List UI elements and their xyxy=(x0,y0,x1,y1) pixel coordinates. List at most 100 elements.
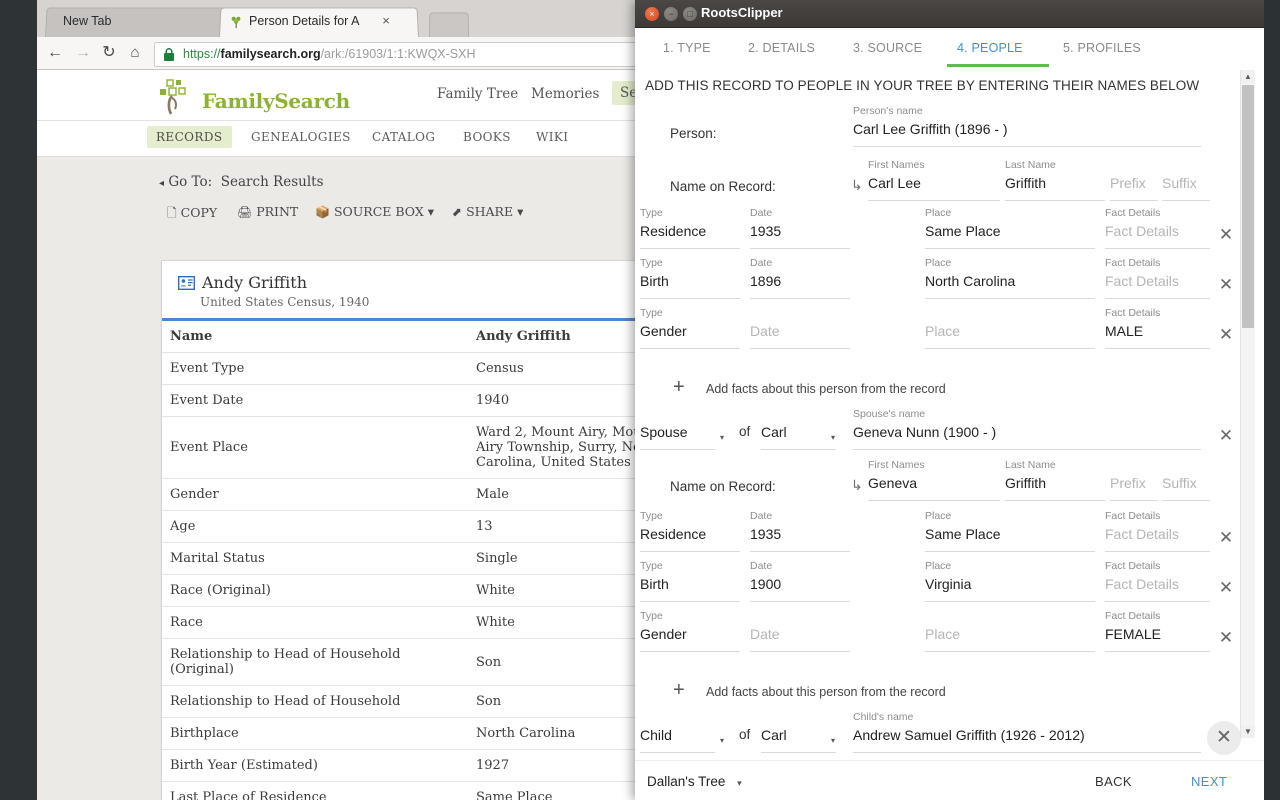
tab-type[interactable]: 1. TYPE xyxy=(663,41,711,55)
fact-date-field[interactable]: Date 1896 xyxy=(750,257,850,299)
screen: New Tab × Person Details for A × ← → ↻ ⌂ xyxy=(0,0,1280,800)
fact-type-field[interactable]: Type Birth xyxy=(640,560,740,602)
fact-type-field[interactable]: Type Gender xyxy=(640,610,740,652)
fact-remove-button[interactable]: ✕ xyxy=(1215,527,1237,549)
spouse-name-value: Geneva Nunn (1900 - ) xyxy=(853,424,997,440)
fact-place-field[interactable]: Place Virginia xyxy=(925,560,1095,602)
chevron-down-icon[interactable]: ▾ xyxy=(720,433,724,442)
copy-button[interactable]: 🗋 COPY xyxy=(167,204,217,225)
fact-details-field[interactable]: Fact Details Fact Details xyxy=(1105,207,1210,249)
fact-date-field[interactable]: Date 1935 xyxy=(750,510,850,552)
source-box-button[interactable]: 📦 SOURCE BOX ▾ xyxy=(315,204,434,219)
spouse-relation-select[interactable]: Spouse xyxy=(640,422,715,450)
subnav-item-catalog[interactable]: CATALOG xyxy=(372,130,435,144)
forward-icon[interactable]: → xyxy=(73,43,93,63)
search-results-link[interactable]: Search Results xyxy=(221,174,324,190)
nav-family-tree[interactable]: Family Tree xyxy=(437,86,518,102)
print-button[interactable]: 🖨 PRINT xyxy=(237,204,298,219)
fact-type-field[interactable]: Type Birth xyxy=(640,257,740,299)
tab-source[interactable]: 3. SOURCE xyxy=(853,41,922,55)
fact-details-field[interactable]: Fact Details Fact Details xyxy=(1105,560,1210,602)
person-suffix-field[interactable]: Suffix xyxy=(1162,173,1210,201)
fact-place-field[interactable]: Place Same Place xyxy=(925,510,1095,552)
window-minimize-button[interactable]: − xyxy=(664,7,678,21)
fact-place-field[interactable]: Place xyxy=(925,321,1095,349)
window-close-button[interactable]: × xyxy=(645,7,659,21)
child-remove-button[interactable]: ✕ xyxy=(1207,721,1241,755)
familysearch-logo[interactable]: FamilySearch xyxy=(158,78,350,116)
fact-place-label: Place xyxy=(925,560,952,572)
table-row: Marital Status Single xyxy=(162,542,682,575)
scrollbar-thumb[interactable] xyxy=(1242,85,1254,328)
chevron-down-icon[interactable]: ▾ xyxy=(720,736,724,745)
fact-type-field[interactable]: Type Gender xyxy=(640,307,740,349)
reload-icon[interactable]: ↻ xyxy=(99,43,119,63)
fact-date-field[interactable]: Date xyxy=(750,321,850,349)
wizard-scrollbar[interactable]: ▲ ▼ xyxy=(1240,70,1255,738)
fact-date-field[interactable]: Date xyxy=(750,624,850,652)
window-maximize-button[interactable]: □ xyxy=(683,7,697,21)
next-button[interactable]: NEXT xyxy=(1191,774,1227,789)
spouse-remove-button[interactable]: ✕ xyxy=(1215,425,1237,447)
chevron-down-icon[interactable]: ▾ xyxy=(831,433,835,442)
scroll-down-icon[interactable]: ▼ xyxy=(1241,725,1255,738)
share-button[interactable]: ⬈ SHARE ▾ xyxy=(452,204,523,219)
fact-place-field[interactable]: Place xyxy=(925,624,1095,652)
spouse-first-names-field[interactable]: First Names Geneva xyxy=(868,459,1000,501)
tab-profiles[interactable]: 5. PROFILES xyxy=(1063,41,1141,55)
child-name-field[interactable]: Child's name Andrew Samuel Griffith (192… xyxy=(853,711,1201,753)
goto-label: Go To: xyxy=(168,174,213,190)
new-tab-button[interactable] xyxy=(429,12,469,37)
subnav-item-books[interactable]: BOOKS xyxy=(463,130,511,144)
spouse-suffix-field[interactable]: Suffix xyxy=(1162,473,1210,501)
person-name-field[interactable]: Person's name Carl Lee Griffith (1896 - … xyxy=(853,105,1201,147)
fact-details-field[interactable]: Fact Details FEMALE xyxy=(1105,610,1210,652)
spouse-name-field[interactable]: Spouse's name Geneva Nunn (1900 - ) xyxy=(853,408,1201,450)
person-prefix-field[interactable]: Prefix xyxy=(1110,173,1158,201)
subnav-item-records[interactable]: RECORDS xyxy=(147,126,232,148)
fact-type-field[interactable]: Type Residence xyxy=(640,207,740,249)
prefix-placeholder: Prefix xyxy=(1110,175,1146,191)
chevron-down-icon[interactable]: ▾ xyxy=(831,736,835,745)
tab-people[interactable]: 4. PEOPLE xyxy=(957,41,1023,55)
wizard-footer: Dallan's Tree ▾ BACK NEXT xyxy=(635,760,1264,800)
tab-close-icon[interactable]: × xyxy=(379,14,393,28)
back-button[interactable]: BACK xyxy=(1095,774,1132,789)
subnav-item-genealogies[interactable]: GENEALOGIES xyxy=(251,130,351,144)
person-last-name-field[interactable]: Last Name Griffith xyxy=(1005,159,1105,201)
spouse-last-name-field[interactable]: Last Name Griffith xyxy=(1005,459,1105,501)
fact-date-field[interactable]: Date 1900 xyxy=(750,560,850,602)
fact-remove-button[interactable]: ✕ xyxy=(1215,627,1237,649)
person-row-label: Person: xyxy=(670,126,717,141)
scroll-up-icon[interactable]: ▲ xyxy=(1241,70,1255,83)
fact-remove-button[interactable]: ✕ xyxy=(1215,577,1237,599)
child-relation-select[interactable]: Child xyxy=(640,725,715,753)
record-title-row: Andy Griffith xyxy=(178,273,682,292)
fact-remove-button[interactable]: ✕ xyxy=(1215,224,1237,246)
fact-remove-button[interactable]: ✕ xyxy=(1215,274,1237,296)
browser-tab-person-details[interactable]: Person Details for A × xyxy=(219,7,419,37)
fact-type-field[interactable]: Type Residence xyxy=(640,510,740,552)
person-first-names-field[interactable]: First Names Carl Lee xyxy=(868,159,1000,201)
spouse-prefix-field[interactable]: Prefix xyxy=(1110,473,1158,501)
tree-selector[interactable]: Dallan's Tree ▾ xyxy=(647,774,742,789)
fact-place-field[interactable]: Place Same Place xyxy=(925,207,1095,249)
spouse-of-person-select[interactable]: Carl xyxy=(761,422,836,450)
first-names-label: First Names xyxy=(868,159,925,171)
fact-place-field[interactable]: Place North Carolina xyxy=(925,257,1095,299)
back-icon[interactable]: ← xyxy=(45,43,65,63)
familysearch-wordmark: FamilySearch xyxy=(202,89,350,113)
fact-type-label: Type xyxy=(640,257,663,269)
fact-details-field[interactable]: Fact Details MALE xyxy=(1105,307,1210,349)
fact-details-field[interactable]: Fact Details Fact Details xyxy=(1105,510,1210,552)
fact-remove-button[interactable]: ✕ xyxy=(1215,324,1237,346)
child-of-person-select[interactable]: Carl xyxy=(761,725,836,753)
fact-date-field[interactable]: Date 1935 xyxy=(750,207,850,249)
person-name-on-record-label: Name on Record: xyxy=(670,179,776,194)
fact-details-field[interactable]: Fact Details Fact Details xyxy=(1105,257,1210,299)
subnav-item-wiki[interactable]: WIKI xyxy=(536,130,568,144)
nav-memories[interactable]: Memories xyxy=(531,86,599,102)
home-icon[interactable]: ⌂ xyxy=(125,43,145,63)
record-title: Andy Griffith xyxy=(202,273,307,292)
tab-details[interactable]: 2. DETAILS xyxy=(748,41,815,55)
